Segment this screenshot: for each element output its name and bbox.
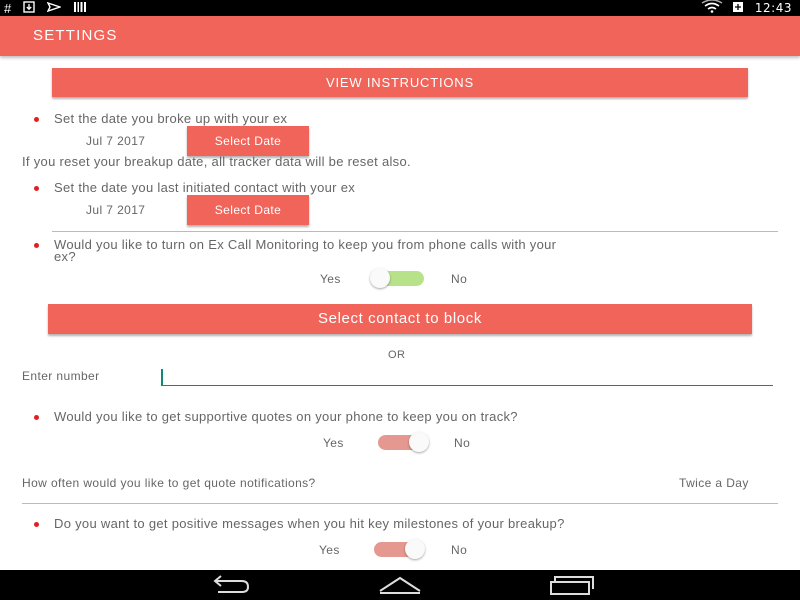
status-bar: # 12:43 xyxy=(0,0,800,16)
clock: 12:43 xyxy=(754,1,792,15)
back-icon[interactable] xyxy=(206,575,252,595)
divider xyxy=(52,231,778,232)
select-breakup-date-button[interactable]: Select Date xyxy=(187,126,309,156)
milestones-question: Do you want to get positive messages whe… xyxy=(54,516,565,531)
select-contact-date-button[interactable]: Select Date xyxy=(187,195,309,225)
breakup-date-value: Jul 7 2017 xyxy=(86,134,146,148)
view-instructions-button[interactable]: VIEW INSTRUCTIONS xyxy=(52,68,748,97)
bullet xyxy=(34,117,39,122)
recents-icon[interactable] xyxy=(549,575,597,595)
select-contact-to-block-button[interactable]: Select contact to block xyxy=(48,304,752,334)
navigation-bar xyxy=(0,570,800,600)
call-monitoring-question-cont: ex? xyxy=(54,249,76,264)
milestones-toggle[interactable] xyxy=(370,539,426,559)
wifi-icon xyxy=(701,0,723,16)
divider xyxy=(22,503,778,504)
bullet xyxy=(34,186,39,191)
bullet xyxy=(34,415,39,420)
download-icon xyxy=(23,0,35,16)
quote-frequency-select[interactable]: Twice a Day xyxy=(679,476,749,490)
contact-date-value: Jul 7 2017 xyxy=(86,203,146,217)
page-title: SETTINGS xyxy=(33,27,118,44)
toggle-thumb xyxy=(370,268,390,288)
toggle-thumb xyxy=(409,432,429,452)
send-icon xyxy=(46,1,63,16)
battery-icon xyxy=(731,1,747,16)
call-monitoring-no-label: No xyxy=(451,272,468,286)
breakup-date-question: Set the date you broke up with your ex xyxy=(54,111,288,126)
bullet xyxy=(34,522,39,527)
barcode-icon xyxy=(73,1,87,16)
bullet xyxy=(34,243,39,248)
hash-icon: # xyxy=(4,0,12,16)
milestones-yes-label: Yes xyxy=(319,543,340,557)
enter-number-label: Enter number xyxy=(22,369,100,383)
call-monitoring-yes-label: Yes xyxy=(320,272,341,286)
home-icon[interactable] xyxy=(376,575,424,595)
quotes-yes-label: Yes xyxy=(323,436,344,450)
toggle-thumb xyxy=(405,539,425,559)
or-separator: OR xyxy=(388,349,406,361)
call-monitoring-question: Would you like to turn on Ex Call Monito… xyxy=(54,237,557,252)
phone-number-input[interactable] xyxy=(161,365,773,386)
call-monitoring-toggle[interactable] xyxy=(370,268,426,288)
quote-frequency-label: How often would you like to get quote no… xyxy=(22,476,316,490)
breakup-reset-note: If you reset your breakup date, all trac… xyxy=(22,154,411,169)
milestones-no-label: No xyxy=(451,543,468,557)
quotes-question: Would you like to get supportive quotes … xyxy=(54,409,518,424)
contact-date-question: Set the date you last initiated contact … xyxy=(54,180,356,195)
app-bar: SETTINGS xyxy=(0,16,800,56)
quotes-toggle[interactable] xyxy=(374,432,430,452)
text-cursor xyxy=(161,369,163,385)
quotes-no-label: No xyxy=(454,436,471,450)
